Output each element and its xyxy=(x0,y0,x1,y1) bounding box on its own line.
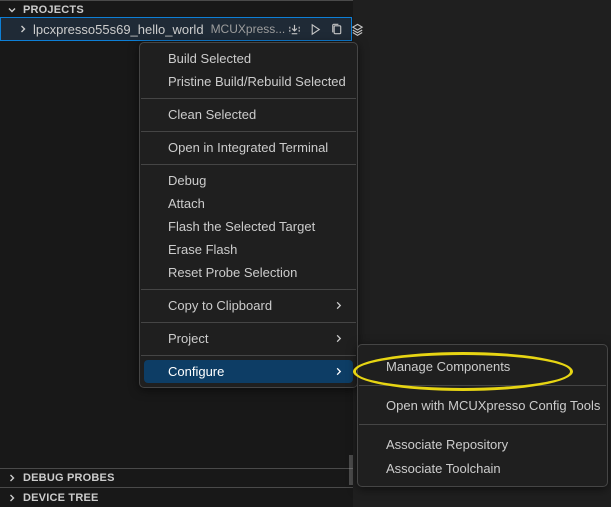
project-row-actions xyxy=(285,20,366,38)
menu-item-attach[interactable]: Attach xyxy=(144,192,353,215)
menu-item-manage-components[interactable]: Manage Components xyxy=(362,354,603,378)
debug-probes-section-header[interactable]: DEBUG PROBES xyxy=(0,468,353,487)
mcuxpresso-vscode-sidebar-screenshot: PROJECTS lpcxpresso55s69_hello_world MCU… xyxy=(0,0,611,507)
menu-item-erase-flash[interactable]: Erase Flash xyxy=(144,238,353,261)
projects-section-header[interactable]: PROJECTS xyxy=(0,0,353,18)
menu-item-debug[interactable]: Debug xyxy=(144,169,353,192)
menu-separator xyxy=(141,354,356,356)
menu-separator xyxy=(141,163,356,165)
menu-item-associate-repository[interactable]: Associate Repository xyxy=(362,432,603,456)
chevron-down-icon xyxy=(8,7,16,12)
menu-item-label: Pristine Build/Rebuild Selected xyxy=(168,74,346,89)
menu-item-clean-selected[interactable]: Clean Selected xyxy=(144,103,353,126)
menu-item-label: Attach xyxy=(168,196,205,211)
menu-item-label: Associate Toolchain xyxy=(386,460,501,476)
menu-separator xyxy=(359,385,606,386)
menu-item-label: Build Selected xyxy=(168,51,252,66)
project-row[interactable]: lpcxpresso55s69_hello_world MCUXpress... xyxy=(0,17,364,41)
project-description: MCUXpress... xyxy=(210,22,286,36)
menu-separator xyxy=(141,97,356,99)
submenu-arrow-icon xyxy=(334,334,343,343)
chevron-right-icon xyxy=(10,494,15,501)
submenu-arrow-icon xyxy=(334,367,343,376)
menu-item-project[interactable]: Project xyxy=(144,327,353,350)
menu-separator xyxy=(141,321,356,323)
menu-item-open-integrated-terminal[interactable]: Open in Integrated Terminal xyxy=(144,136,353,159)
menu-separator xyxy=(141,288,356,290)
device-tree-section-header[interactable]: DEVICE TREE xyxy=(0,487,353,507)
menu-item-label: Erase Flash xyxy=(168,242,238,257)
layers-icon[interactable] xyxy=(348,20,366,38)
menu-item-label: Project xyxy=(168,331,209,346)
menu-item-label: Open in Integrated Terminal xyxy=(168,140,329,155)
configure-submenu: Manage Components Open with MCUXpresso C… xyxy=(357,344,608,487)
menu-item-label: Manage Components xyxy=(386,358,511,374)
menu-item-label: Configure xyxy=(168,364,225,379)
chevron-right-icon xyxy=(10,474,15,482)
debug-play-icon[interactable] xyxy=(306,20,324,38)
menu-item-reset-probe-selection[interactable]: Reset Probe Selection xyxy=(144,261,353,284)
device-tree-header-label: DEVICE TREE xyxy=(23,491,99,504)
menu-item-associate-toolchain[interactable]: Associate Toolchain xyxy=(362,456,603,480)
menu-item-label: Associate Repository xyxy=(386,436,509,452)
submenu-arrow-icon xyxy=(334,301,343,310)
debug-probes-header-label: DEBUG PROBES xyxy=(23,472,115,484)
project-context-menu: Build Selected Pristine Build/Rebuild Se… xyxy=(139,42,358,388)
menu-item-label: Debug xyxy=(168,173,207,188)
menu-item-flash-selected-target[interactable]: Flash the Selected Target xyxy=(144,215,353,238)
projects-header-label: PROJECTS xyxy=(23,3,84,16)
chevron-right-icon xyxy=(21,25,26,33)
menu-item-open-with-config-tools[interactable]: Open with MCUXpresso Config Tools xyxy=(362,393,603,417)
menu-item-label: Clean Selected xyxy=(168,107,257,122)
menu-item-label: Reset Probe Selection xyxy=(168,265,298,280)
menu-item-label: Flash the Selected Target xyxy=(168,219,316,234)
menu-separator xyxy=(141,130,356,132)
menu-item-configure[interactable]: Configure xyxy=(144,360,353,383)
copy-icon[interactable] xyxy=(327,20,345,38)
menu-separator xyxy=(359,424,606,425)
menu-item-build-selected[interactable]: Build Selected xyxy=(144,47,353,70)
menu-item-label: Open with MCUXpresso Config Tools xyxy=(386,397,601,413)
build-download-icon[interactable] xyxy=(285,20,303,38)
menu-item-copy-to-clipboard[interactable]: Copy to Clipboard xyxy=(144,294,353,317)
menu-item-pristine-rebuild[interactable]: Pristine Build/Rebuild Selected xyxy=(144,70,353,93)
project-name: lpcxpresso55s69_hello_world xyxy=(33,21,204,37)
menu-item-label: Copy to Clipboard xyxy=(168,298,273,313)
